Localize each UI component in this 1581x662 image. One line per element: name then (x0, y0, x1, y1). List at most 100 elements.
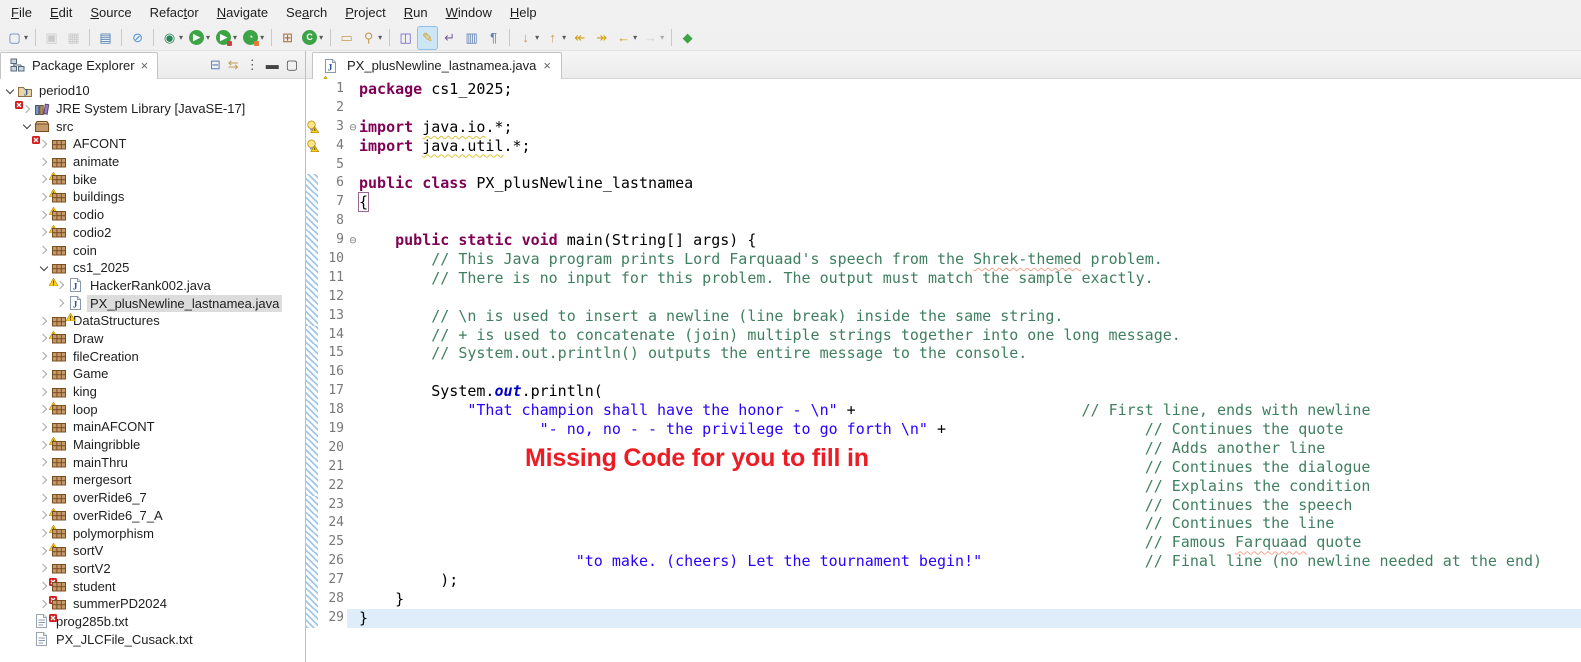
annotation-ruler[interactable] (306, 288, 318, 307)
close-icon[interactable]: × (542, 59, 552, 72)
code-line-2[interactable]: 2 (306, 99, 1581, 118)
back-button[interactable]: ←▾ (613, 26, 639, 50)
tree-item-prog285b-txt[interactable]: prog285b.txt (0, 613, 305, 631)
show-source-of-selected-element-button[interactable]: ↵ (439, 26, 460, 50)
tree-item-override6-7[interactable]: overRide6_7 (0, 489, 305, 507)
warning-bulb-icon[interactable] (306, 137, 318, 156)
search-dropdown-icon[interactable]: ▾ (378, 33, 382, 42)
code-line-4[interactable]: 4import java.util.*; (306, 137, 1581, 156)
tree-item-coin[interactable]: coin (0, 241, 305, 259)
tree-item-summerpd2024[interactable]: summerPD2024 (0, 595, 305, 613)
tree-item-polymorphism[interactable]: polymorphism (0, 524, 305, 542)
new-java-class-dropdown-icon[interactable]: ▾ (319, 33, 323, 42)
code-line-19[interactable]: 19 "- no, no - - the privilege to go for… (306, 420, 1581, 439)
tree-item-maingribble[interactable]: Maingribble (0, 436, 305, 454)
tree-item-student[interactable]: student (0, 577, 305, 595)
tree-item-codio[interactable]: codio (0, 206, 305, 224)
tree-item-mergesort[interactable]: mergesort (0, 471, 305, 489)
annotation-ruler[interactable] (306, 401, 318, 420)
annotation-ruler[interactable] (306, 80, 318, 99)
skip-all-breakpoints-button[interactable]: ⊘ (127, 26, 148, 50)
annotation-ruler[interactable] (306, 156, 318, 175)
close-icon[interactable]: × (140, 59, 150, 72)
chevron-right-icon[interactable] (38, 477, 50, 483)
annotation-ruler[interactable] (306, 609, 318, 628)
code-line-29[interactable]: 29} (306, 609, 1581, 628)
annotation-ruler[interactable] (306, 514, 318, 533)
code-line-27[interactable]: 27 ); (306, 571, 1581, 590)
code-line-23[interactable]: 23 // Continues the speech (306, 496, 1581, 515)
tree-item-src[interactable]: src (0, 117, 305, 135)
minimize-icon[interactable]: ▬ (266, 58, 279, 71)
tab-package-explorer[interactable]: Package Explorer × (0, 52, 158, 79)
chevron-right-icon[interactable] (21, 106, 33, 112)
tree-item-filecreation[interactable]: fileCreation (0, 347, 305, 365)
new-wizard-button[interactable]: ▢▾ (4, 26, 30, 50)
code-line-9[interactable]: 9⊖ public static void main(String[] args… (306, 231, 1581, 250)
chevron-down-icon[interactable] (21, 122, 33, 130)
tree-item-jre-system-library-javase-17[interactable]: JRE System Library [JavaSE-17] (0, 100, 305, 118)
back-dropdown-icon[interactable]: ▾ (633, 33, 637, 42)
new-java-class-button[interactable]: C▾ (299, 26, 325, 50)
run-button[interactable]: ▶▾ (186, 26, 212, 50)
annotation-ruler[interactable] (306, 307, 318, 326)
annotation-ruler[interactable] (306, 590, 318, 609)
menu-window[interactable]: Window (437, 2, 501, 23)
chevron-right-icon[interactable] (55, 300, 67, 306)
chevron-right-icon[interactable] (38, 318, 50, 324)
annotation-ruler[interactable] (306, 250, 318, 269)
previous-annotation-dropdown-icon[interactable]: ▾ (562, 33, 566, 42)
chevron-right-icon[interactable] (38, 565, 50, 571)
menu-help[interactable]: Help (501, 2, 546, 23)
profile-dropdown-icon[interactable]: ▾ (260, 33, 264, 42)
tree-item-sortv2[interactable]: sortV2 (0, 560, 305, 578)
tree-item-game[interactable]: Game (0, 365, 305, 383)
warning-bulb-icon[interactable] (306, 118, 318, 137)
new-wizard-dropdown-icon[interactable]: ▾ (24, 33, 28, 42)
tree-item-cs1-2025[interactable]: cs1_2025 (0, 259, 305, 277)
tree-item-loop[interactable]: loop (0, 400, 305, 418)
chevron-right-icon[interactable] (38, 371, 50, 377)
menu-refactor[interactable]: Refactor (141, 2, 208, 23)
annotation-ruler[interactable] (306, 193, 318, 212)
code-line-12[interactable]: 12 (306, 288, 1581, 307)
code-line-20[interactable]: 20 // Adds another line (306, 439, 1581, 458)
code-line-13[interactable]: 13 // \n is used to insert a newline (li… (306, 307, 1581, 326)
menu-search[interactable]: Search (277, 2, 336, 23)
annotation-ruler[interactable] (306, 212, 318, 231)
mark-occurrences-button[interactable]: ✎ (417, 26, 438, 50)
chevron-right-icon[interactable] (38, 459, 50, 465)
chevron-right-icon[interactable] (38, 389, 50, 395)
tree-item-override6-7-a[interactable]: overRide6_7_A (0, 507, 305, 525)
maximize-icon[interactable]: ▢ (286, 58, 298, 71)
annotation-ruler[interactable] (306, 174, 318, 193)
code-line-11[interactable]: 11 // There is no input for this problem… (306, 269, 1581, 288)
chevron-right-icon[interactable] (55, 282, 67, 288)
menu-navigate[interactable]: Navigate (208, 2, 277, 23)
forward-dropdown-icon[interactable]: ▾ (660, 33, 664, 42)
chevron-down-icon[interactable] (4, 87, 16, 95)
chevron-right-icon[interactable] (38, 247, 50, 253)
next-annotation-dropdown-icon[interactable]: ▾ (535, 33, 539, 42)
annotation-ruler[interactable] (306, 496, 318, 515)
tree-item-mainthru[interactable]: mainThru (0, 453, 305, 471)
new-java-project-button[interactable]: ⊞ (277, 26, 298, 50)
chevron-right-icon[interactable] (38, 424, 50, 430)
code-line-16[interactable]: 16 (306, 363, 1581, 382)
tree-item-afcont[interactable]: AFCONT (0, 135, 305, 153)
annotation-ruler[interactable] (306, 420, 318, 439)
tree-item-px-plusnewline-lastnamea-java[interactable]: JPX_plusNewline_lastnamea.java (0, 294, 305, 312)
tree-item-sortv[interactable]: sortV (0, 542, 305, 560)
fold-collapse-icon[interactable]: ⊖ (347, 118, 359, 137)
tree-item-king[interactable]: king (0, 383, 305, 401)
fold-collapse-icon[interactable]: ⊖ (347, 231, 359, 250)
tree-item-period10[interactable]: Jperiod10 (0, 82, 305, 100)
tab-editor-file[interactable]: J PX_plusNewline_lastnamea.java × (312, 52, 562, 79)
run-dropdown-icon[interactable]: ▾ (206, 33, 210, 42)
code-line-24[interactable]: 24 // Continues the line (306, 514, 1581, 533)
code-editor[interactable]: 1package cs1_2025;23⊖import java.io.*;4i… (306, 79, 1581, 662)
run-coverage-button[interactable]: ▶▾ (213, 26, 239, 50)
next-edit-location-button[interactable]: ↠ (591, 26, 612, 50)
code-line-28[interactable]: 28 } (306, 590, 1581, 609)
last-edit-location-button[interactable]: ↞ (569, 26, 590, 50)
